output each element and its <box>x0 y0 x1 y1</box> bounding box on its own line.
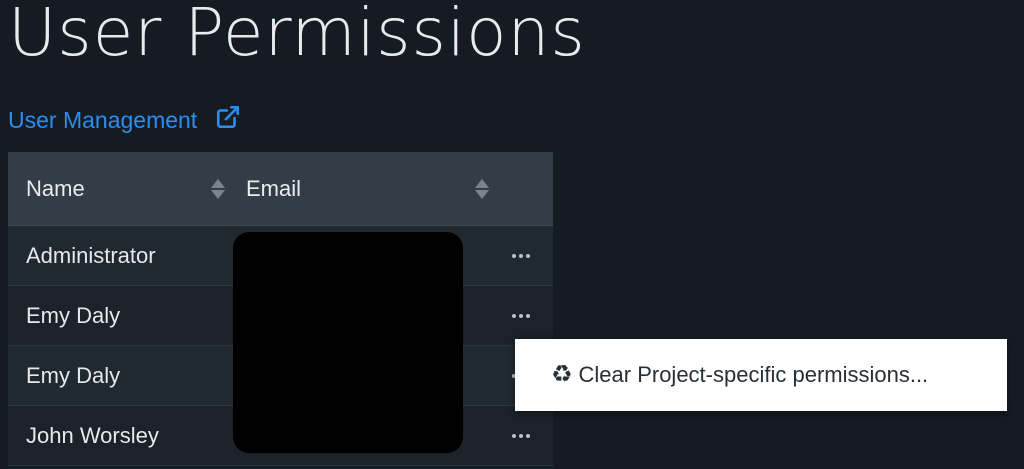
redacted-email-block <box>233 232 463 453</box>
row-actions-button[interactable] <box>489 313 553 318</box>
column-header-email-label: Email <box>246 175 302 201</box>
row-context-menu: ♻ Clear Project-specific permissions... <box>515 339 1007 411</box>
user-management-label: User Management <box>8 106 198 133</box>
recycle-icon: ♻ <box>551 361 573 388</box>
more-horizontal-icon <box>512 313 530 318</box>
user-management-link[interactable]: User Management <box>8 104 241 136</box>
sort-icon[interactable] <box>475 177 489 201</box>
page-title: User Permissions <box>8 0 586 71</box>
column-header-name[interactable]: Name <box>8 152 227 225</box>
menu-item-label: Clear Project-specific permissions... <box>578 362 929 387</box>
user-name: Emy Daly <box>26 362 121 388</box>
sort-icon[interactable] <box>211 177 225 201</box>
user-name: Emy Daly <box>26 302 121 328</box>
column-header-name-label: Name <box>26 175 85 201</box>
menu-item-clear-project-permissions[interactable]: ♻ Clear Project-specific permissions... <box>515 339 1007 411</box>
more-horizontal-icon <box>512 253 530 258</box>
column-header-email[interactable]: Email <box>227 152 489 225</box>
more-horizontal-icon <box>512 433 530 438</box>
row-actions-button[interactable] <box>489 433 553 438</box>
user-name: Administrator <box>26 242 156 268</box>
user-permissions-page: User Permissions User Management Name Em… <box>0 0 1024 469</box>
table-header: Name Email <box>8 152 553 226</box>
row-actions-button[interactable] <box>489 253 553 258</box>
external-link-icon <box>215 104 241 136</box>
user-name: John Worsley <box>26 422 159 448</box>
